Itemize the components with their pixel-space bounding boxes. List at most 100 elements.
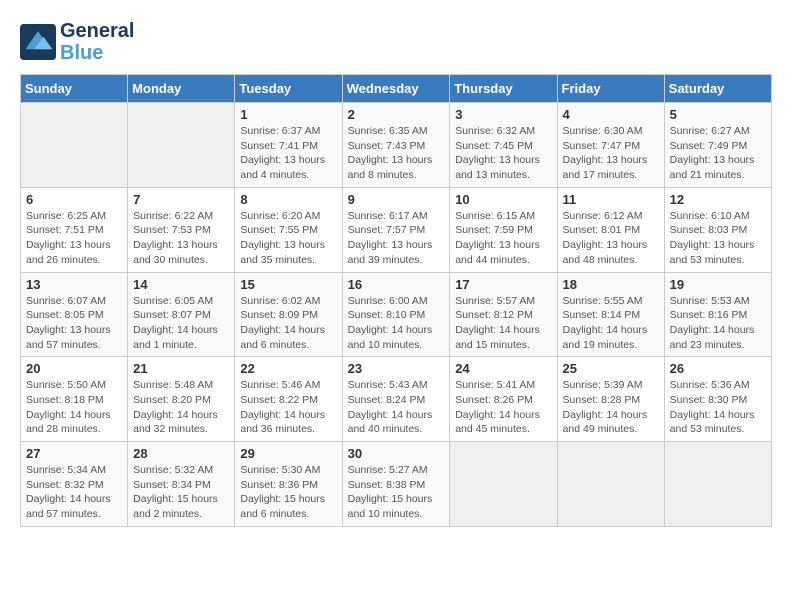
day-info: Sunrise: 5:57 AM Sunset: 8:12 PM Dayligh… bbox=[455, 294, 551, 353]
day-info: Sunrise: 5:48 AM Sunset: 8:20 PM Dayligh… bbox=[133, 378, 229, 437]
col-header-wednesday: Wednesday bbox=[342, 75, 450, 103]
col-header-thursday: Thursday bbox=[450, 75, 557, 103]
day-info: Sunrise: 6:20 AM Sunset: 7:55 PM Dayligh… bbox=[240, 209, 336, 268]
calendar-cell: 22Sunrise: 5:46 AM Sunset: 8:22 PM Dayli… bbox=[235, 357, 342, 442]
calendar-cell bbox=[557, 442, 664, 527]
day-info: Sunrise: 6:15 AM Sunset: 7:59 PM Dayligh… bbox=[455, 209, 551, 268]
day-number: 12 bbox=[670, 192, 766, 207]
day-number: 30 bbox=[348, 446, 445, 461]
day-info: Sunrise: 5:50 AM Sunset: 8:18 PM Dayligh… bbox=[26, 378, 122, 437]
day-number: 26 bbox=[670, 361, 766, 376]
calendar-cell: 27 Sunrise: 5:34 AM Sunset: 8:32 PM Dayli… bbox=[21, 442, 128, 527]
calendar-cell: 7 Sunrise: 6:22 AM Sunset: 7:53 PM Daylig… bbox=[128, 187, 235, 272]
day-number: 17 bbox=[455, 277, 551, 292]
calendar-cell: 14Sunrise: 6:05 AM Sunset: 8:07 PM Dayli… bbox=[128, 272, 235, 357]
calendar-cell: 4 Sunrise: 6:30 AM Sunset: 7:47 PM Daylig… bbox=[557, 103, 664, 188]
day-info: Sunrise: 5:55 AM Sunset: 8:14 PM Dayligh… bbox=[563, 294, 659, 353]
day-info: Sunrise: 5:43 AM Sunset: 8:24 PM Dayligh… bbox=[348, 378, 445, 437]
week-row-2: 6 Sunrise: 6:25 AM Sunset: 7:51 PM Daylig… bbox=[21, 187, 772, 272]
day-number: 20 bbox=[26, 361, 122, 376]
day-info: Sunrise: 5:41 AM Sunset: 8:26 PM Dayligh… bbox=[455, 378, 551, 437]
calendar-cell: 10Sunrise: 6:15 AM Sunset: 7:59 PM Dayli… bbox=[450, 187, 557, 272]
calendar-table: SundayMondayTuesdayWednesdayThursdayFrid… bbox=[20, 74, 772, 527]
day-info: Sunrise: 6:00 AM Sunset: 8:10 PM Dayligh… bbox=[348, 294, 445, 353]
week-row-1: 1 Sunrise: 6:37 AM Sunset: 7:41 PM Daylig… bbox=[21, 103, 772, 188]
day-number: 24 bbox=[455, 361, 551, 376]
header-row: SundayMondayTuesdayWednesdayThursdayFrid… bbox=[21, 75, 772, 103]
calendar-cell: 18 Sunrise: 5:55 AM Sunset: 8:14 PM Dayli… bbox=[557, 272, 664, 357]
col-header-saturday: Saturday bbox=[664, 75, 771, 103]
day-info: Sunrise: 6:25 AM Sunset: 7:51 PM Dayligh… bbox=[26, 209, 122, 268]
day-info: Sunrise: 6:22 AM Sunset: 7:53 PM Dayligh… bbox=[133, 209, 229, 268]
calendar-cell bbox=[450, 442, 557, 527]
day-info: Sunrise: 5:39 AM Sunset: 8:28 PM Dayligh… bbox=[563, 378, 659, 437]
day-number: 28 bbox=[133, 446, 229, 461]
calendar-cell: 25 Sunrise: 5:39 AM Sunset: 8:28 PM Dayli… bbox=[557, 357, 664, 442]
day-number: 11 bbox=[563, 192, 659, 207]
calendar-cell: 20 Sunrise: 5:50 AM Sunset: 8:18 PM Dayli… bbox=[21, 357, 128, 442]
day-number: 8 bbox=[240, 192, 336, 207]
calendar-cell: 29 Sunrise: 5:30 AM Sunset: 8:36 PM Dayli… bbox=[235, 442, 342, 527]
day-number: 4 bbox=[563, 107, 659, 122]
day-number: 19 bbox=[670, 277, 766, 292]
logo: General Blue bbox=[20, 20, 134, 64]
day-info: Sunrise: 5:30 AM Sunset: 8:36 PM Dayligh… bbox=[240, 463, 336, 522]
day-number: 1 bbox=[240, 107, 336, 122]
day-number: 23 bbox=[348, 361, 445, 376]
week-row-3: 13Sunrise: 6:07 AM Sunset: 8:05 PM Dayli… bbox=[21, 272, 772, 357]
calendar-cell: 1 Sunrise: 6:37 AM Sunset: 7:41 PM Daylig… bbox=[235, 103, 342, 188]
calendar-cell: 15Sunrise: 6:02 AM Sunset: 8:09 PM Dayli… bbox=[235, 272, 342, 357]
day-number: 5 bbox=[670, 107, 766, 122]
calendar-cell: 17 Sunrise: 5:57 AM Sunset: 8:12 PM Dayli… bbox=[450, 272, 557, 357]
calendar-cell: 21Sunrise: 5:48 AM Sunset: 8:20 PM Dayli… bbox=[128, 357, 235, 442]
calendar-cell: 19 Sunrise: 5:53 AM Sunset: 8:16 PM Dayli… bbox=[664, 272, 771, 357]
day-info: Sunrise: 6:07 AM Sunset: 8:05 PM Dayligh… bbox=[26, 294, 122, 353]
day-number: 2 bbox=[348, 107, 445, 122]
calendar-cell: 3 Sunrise: 6:32 AM Sunset: 7:45 PM Daylig… bbox=[450, 103, 557, 188]
calendar-cell: 12 Sunrise: 6:10 AM Sunset: 8:03 PM Dayli… bbox=[664, 187, 771, 272]
week-row-4: 20 Sunrise: 5:50 AM Sunset: 8:18 PM Dayli… bbox=[21, 357, 772, 442]
day-number: 7 bbox=[133, 192, 229, 207]
logo-icon bbox=[20, 24, 56, 60]
calendar-cell: 6 Sunrise: 6:25 AM Sunset: 7:51 PM Daylig… bbox=[21, 187, 128, 272]
day-info: Sunrise: 6:12 AM Sunset: 8:01 PM Dayligh… bbox=[563, 209, 659, 268]
calendar-cell bbox=[128, 103, 235, 188]
col-header-monday: Monday bbox=[128, 75, 235, 103]
day-number: 22 bbox=[240, 361, 336, 376]
day-info: Sunrise: 6:35 AM Sunset: 7:43 PM Dayligh… bbox=[348, 124, 445, 183]
day-info: Sunrise: 6:17 AM Sunset: 7:57 PM Dayligh… bbox=[348, 209, 445, 268]
calendar-cell: 5 Sunrise: 6:27 AM Sunset: 7:49 PM Daylig… bbox=[664, 103, 771, 188]
day-info: Sunrise: 6:30 AM Sunset: 7:47 PM Dayligh… bbox=[563, 124, 659, 183]
day-info: Sunrise: 6:37 AM Sunset: 7:41 PM Dayligh… bbox=[240, 124, 336, 183]
col-header-tuesday: Tuesday bbox=[235, 75, 342, 103]
calendar-cell: 30 Sunrise: 5:27 AM Sunset: 8:38 PM Dayli… bbox=[342, 442, 450, 527]
calendar-cell: 2 Sunrise: 6:35 AM Sunset: 7:43 PM Daylig… bbox=[342, 103, 450, 188]
day-info: Sunrise: 6:32 AM Sunset: 7:45 PM Dayligh… bbox=[455, 124, 551, 183]
day-info: Sunrise: 5:27 AM Sunset: 8:38 PM Dayligh… bbox=[348, 463, 445, 522]
calendar-cell: 13Sunrise: 6:07 AM Sunset: 8:05 PM Dayli… bbox=[21, 272, 128, 357]
day-number: 6 bbox=[26, 192, 122, 207]
week-row-5: 27 Sunrise: 5:34 AM Sunset: 8:32 PM Dayli… bbox=[21, 442, 772, 527]
day-info: Sunrise: 6:10 AM Sunset: 8:03 PM Dayligh… bbox=[670, 209, 766, 268]
calendar-cell: 11 Sunrise: 6:12 AM Sunset: 8:01 PM Dayli… bbox=[557, 187, 664, 272]
calendar-cell: 24 Sunrise: 5:41 AM Sunset: 8:26 PM Dayli… bbox=[450, 357, 557, 442]
day-info: Sunrise: 5:32 AM Sunset: 8:34 PM Dayligh… bbox=[133, 463, 229, 522]
day-info: Sunrise: 6:27 AM Sunset: 7:49 PM Dayligh… bbox=[670, 124, 766, 183]
day-info: Sunrise: 5:53 AM Sunset: 8:16 PM Dayligh… bbox=[670, 294, 766, 353]
day-number: 18 bbox=[563, 277, 659, 292]
day-info: Sunrise: 6:02 AM Sunset: 8:09 PM Dayligh… bbox=[240, 294, 336, 353]
calendar-cell: 23 Sunrise: 5:43 AM Sunset: 8:24 PM Dayli… bbox=[342, 357, 450, 442]
day-number: 25 bbox=[563, 361, 659, 376]
day-info: Sunrise: 6:05 AM Sunset: 8:07 PM Dayligh… bbox=[133, 294, 229, 353]
day-number: 3 bbox=[455, 107, 551, 122]
calendar-cell: 16 Sunrise: 6:00 AM Sunset: 8:10 PM Dayli… bbox=[342, 272, 450, 357]
calendar-header: SundayMondayTuesdayWednesdayThursdayFrid… bbox=[21, 75, 772, 103]
day-info: Sunrise: 5:34 AM Sunset: 8:32 PM Dayligh… bbox=[26, 463, 122, 522]
col-header-sunday: Sunday bbox=[21, 75, 128, 103]
calendar-cell: 26Sunrise: 5:36 AM Sunset: 8:30 PM Dayli… bbox=[664, 357, 771, 442]
day-number: 16 bbox=[348, 277, 445, 292]
day-number: 27 bbox=[26, 446, 122, 461]
day-number: 9 bbox=[348, 192, 445, 207]
calendar-body: 1 Sunrise: 6:37 AM Sunset: 7:41 PM Daylig… bbox=[21, 103, 772, 527]
day-number: 29 bbox=[240, 446, 336, 461]
